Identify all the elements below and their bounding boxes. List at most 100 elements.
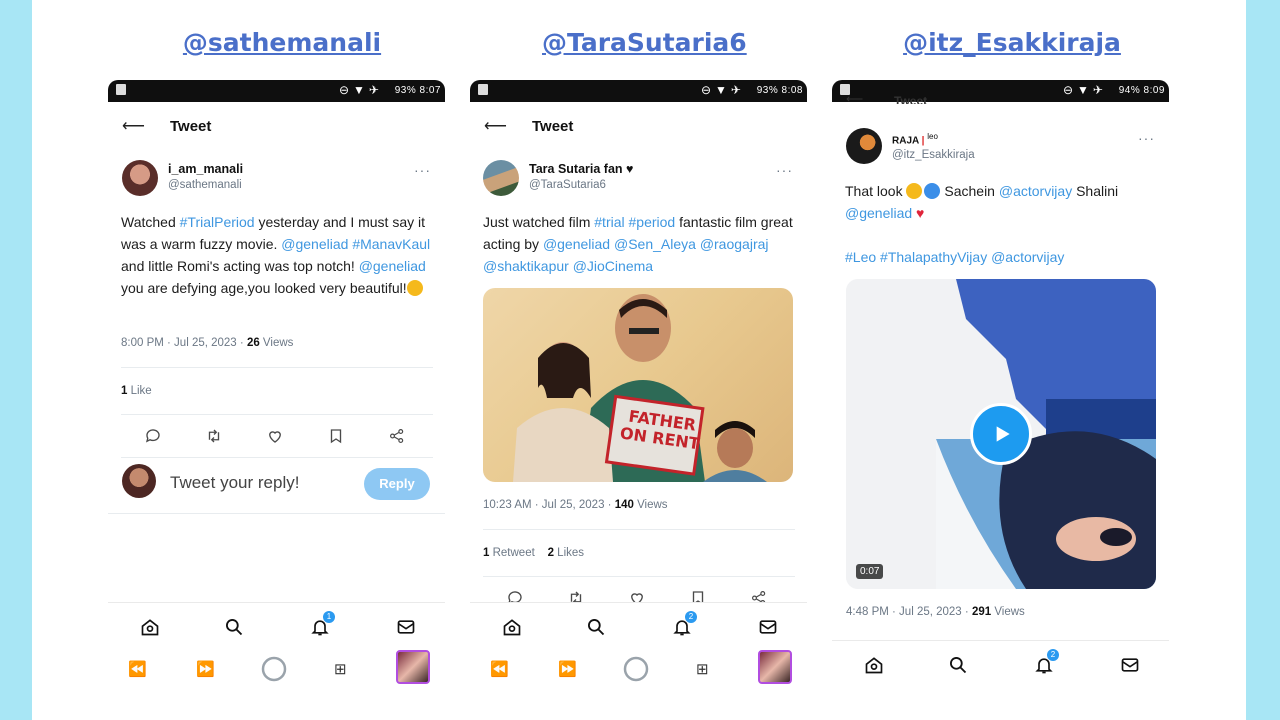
- tweet-link[interactable]: @actorvijay: [991, 249, 1064, 265]
- bottom-nav: 1: [108, 602, 445, 650]
- home-icon[interactable]: [862, 653, 886, 677]
- fast-forward-icon[interactable]: ⏩: [196, 656, 215, 682]
- tweet-actions: [142, 425, 408, 447]
- tweet-link[interactable]: #ThalapathyVijay: [880, 249, 987, 265]
- tweet-text-segment: and little Romi's acting was top notch!: [121, 258, 359, 274]
- page-title: Tweet: [894, 94, 928, 104]
- author-handle[interactable]: @TaraSutaria6: [529, 179, 606, 191]
- more-options-icon[interactable]: ···: [776, 162, 793, 178]
- tweet-link[interactable]: #period: [629, 214, 676, 230]
- messages-icon[interactable]: [756, 615, 780, 639]
- status-icons: ⊖▼✈: [701, 83, 745, 97]
- rewind-icon[interactable]: ⏪: [490, 656, 509, 682]
- tweet-link[interactable]: @shaktikapur: [483, 258, 569, 274]
- handle-header-3[interactable]: @itz_Esakkiraja: [902, 28, 1122, 57]
- canvas: @sathemanali @TaraSutaria6 @itz_Esakkira…: [32, 0, 1246, 720]
- avatar[interactable]: [846, 128, 882, 164]
- like-heart-icon[interactable]: [264, 425, 286, 447]
- handle-header-1[interactable]: @sathemanali: [182, 28, 382, 57]
- app-thumbnail[interactable]: [396, 650, 430, 684]
- back-arrow-icon[interactable]: ⟵: [484, 116, 507, 136]
- tweet-link[interactable]: #Leo: [845, 249, 876, 265]
- tweet-link[interactable]: @geneliad: [543, 236, 610, 252]
- red-heart-icon: ♥: [916, 205, 925, 221]
- author-handle[interactable]: @sathemanali: [168, 179, 242, 191]
- notifications-bell-icon[interactable]: 1: [308, 611, 335, 639]
- author-handle[interactable]: @itz_Esakkiraja: [892, 149, 975, 161]
- laughing-emoji-icon: [406, 280, 423, 296]
- divider: [108, 513, 445, 514]
- gallery-icon: [116, 84, 126, 95]
- notification-badge: 2: [1047, 649, 1059, 661]
- views-count: 26: [246, 337, 260, 349]
- messages-icon[interactable]: [1118, 653, 1142, 677]
- reply-avatar: [122, 464, 156, 498]
- tweet-text-segment: Just watched film: [483, 214, 595, 230]
- status-battery-time: 93% 8:08: [756, 85, 803, 96]
- retweets-likes-stat[interactable]: 1 Retweet 2 Likes: [483, 547, 584, 559]
- likes-stat[interactable]: 1 Like: [121, 385, 152, 397]
- play-button-icon[interactable]: [970, 403, 1032, 465]
- fast-forward-icon[interactable]: ⏩: [558, 656, 577, 682]
- tweet-link[interactable]: #trial: [594, 214, 624, 230]
- back-arrow-icon[interactable]: ⟵: [846, 94, 863, 104]
- tweet-hashtags: #Leo #ThalapathyVijay @actorvijay: [845, 246, 1157, 268]
- rewind-icon[interactable]: ⏪: [128, 656, 147, 682]
- search-icon[interactable]: [584, 615, 608, 639]
- screen-mirror-icon[interactable]: ⊞: [696, 656, 709, 682]
- more-options-icon[interactable]: ···: [414, 162, 431, 178]
- tweet-link[interactable]: @Sen_Aleya: [614, 236, 696, 252]
- search-icon[interactable]: [222, 615, 246, 639]
- page-title: Tweet: [170, 118, 212, 135]
- status-battery-time: 93% 8:07: [394, 85, 441, 96]
- status-bar: ⊖▼✈ 93% 8:08: [470, 80, 807, 102]
- avatar[interactable]: [122, 160, 158, 196]
- tweet-link[interactable]: #TrialPeriod: [180, 214, 255, 230]
- avatar[interactable]: [483, 160, 519, 196]
- search-icon[interactable]: [946, 653, 970, 677]
- reply-button[interactable]: Reply: [364, 468, 430, 500]
- handle-header-2[interactable]: @TaraSutaria6: [542, 28, 747, 57]
- more-options-icon[interactable]: ···: [1138, 130, 1155, 146]
- screen-mirror-icon[interactable]: ⊞: [334, 656, 347, 682]
- notifications-bell-icon[interactable]: 2: [670, 611, 697, 639]
- tweet-link[interactable]: @raogajraj: [700, 236, 769, 252]
- video-duration: 0:07: [856, 564, 884, 579]
- loading-circle-icon: [622, 656, 650, 682]
- gallery-icon: [478, 84, 488, 95]
- divider: [121, 457, 433, 458]
- divider: [483, 529, 795, 530]
- notification-badge: 2: [685, 611, 697, 623]
- reply-icon[interactable]: [142, 425, 164, 447]
- system-bar: ⏪ ⏩ ⊞: [108, 646, 445, 692]
- share-icon[interactable]: [386, 425, 408, 447]
- bookmark-icon[interactable]: [325, 425, 347, 447]
- tweet-timestamp: 4:48 PM · Jul 25, 2023 · 291 Views: [846, 606, 1025, 618]
- tweet-link[interactable]: @JioCinema: [573, 258, 653, 274]
- divider: [121, 414, 433, 415]
- blue-heart-icon: [924, 183, 941, 199]
- messages-icon[interactable]: [394, 615, 418, 639]
- reply-input[interactable]: Tweet your reply!: [170, 473, 299, 493]
- home-icon[interactable]: [138, 615, 162, 639]
- tweet-link[interactable]: @geneliad: [359, 258, 426, 274]
- tweet-image-poster[interactable]: FATHER ON RENT: [483, 288, 793, 482]
- home-icon[interactable]: [500, 615, 524, 639]
- black-heart-icon: ♥: [626, 162, 634, 176]
- retweet-icon[interactable]: [203, 425, 225, 447]
- status-icons: ⊖▼✈: [339, 83, 383, 97]
- tweet-video[interactable]: 0:07: [846, 279, 1156, 589]
- author-name[interactable]: Tara Sutaria fan ♥: [529, 162, 633, 176]
- back-arrow-icon[interactable]: ⟵: [122, 116, 145, 136]
- notifications-bell-icon[interactable]: 2: [1032, 649, 1059, 677]
- app-thumbnail[interactable]: [758, 650, 792, 684]
- tweet-text-segment: you are defying age,you looked very beau…: [121, 280, 407, 296]
- phone-screenshot-2: ⊖▼✈ 93% 8:08 ⟵ Tweet Tara Sutaria fan ♥ …: [470, 80, 807, 720]
- tweet-link[interactable]: #ManavKaul: [352, 236, 430, 252]
- author-name[interactable]: RAJA | leo: [892, 132, 938, 146]
- tweet-link[interactable]: @geneliad: [281, 236, 348, 252]
- tweet-timestamp: 8:00 PM · Jul 25, 2023 · 26 Views: [121, 337, 294, 349]
- top-bar-partial: ⟵ Tweet: [832, 94, 1169, 104]
- tweet-text: That look Sachein @actorvijay Shalini @g…: [845, 183, 1119, 221]
- author-name[interactable]: i_am_manali: [168, 162, 243, 176]
